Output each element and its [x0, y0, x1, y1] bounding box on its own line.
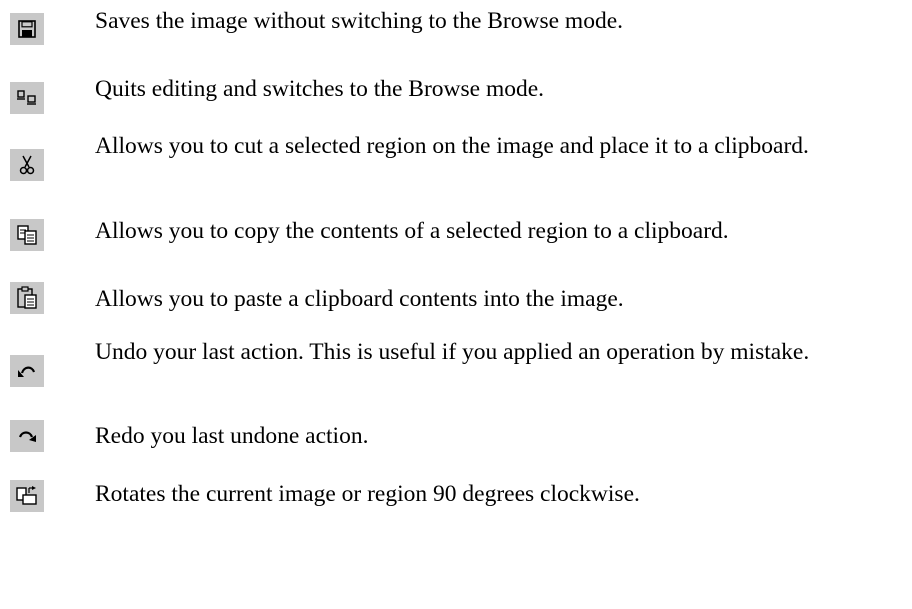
copy-button[interactable] [10, 219, 44, 251]
redo-icon [18, 431, 36, 442]
item-description: Allows you to paste a clipboard contents… [95, 286, 624, 312]
undo-button[interactable] [10, 355, 44, 387]
item-description: Quits editing and switches to the Browse… [95, 76, 545, 102]
browse-mode-button[interactable] [10, 82, 44, 114]
redo-button[interactable] [10, 420, 44, 452]
item-description: Redo you last undone action. [95, 423, 369, 449]
item-description: Allows you to copy the contents of a sel… [95, 218, 729, 244]
paste-button[interactable] [10, 282, 44, 314]
save-icon [18, 20, 36, 38]
undo-icon [18, 366, 36, 377]
cut-icon [19, 155, 35, 175]
item-description: Allows you to cut a selected region on t… [95, 133, 809, 159]
item-description: Rotates the current image or region 90 d… [95, 481, 640, 507]
item-description: Undo your last action. This is useful if… [95, 339, 810, 365]
browse-mode-icon [17, 90, 36, 105]
rotate-icon [16, 486, 37, 505]
copy-icon [17, 225, 37, 245]
cut-button[interactable] [10, 149, 44, 181]
save-button[interactable] [10, 13, 44, 45]
item-description: Saves the image without switching to the… [95, 8, 624, 34]
paste-icon [17, 286, 37, 309]
rotate-button[interactable] [10, 480, 44, 512]
